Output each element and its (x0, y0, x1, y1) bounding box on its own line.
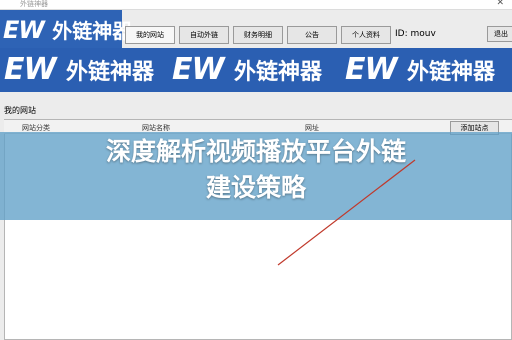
annotation-stroke (277, 159, 416, 266)
stroke-line (277, 159, 416, 266)
